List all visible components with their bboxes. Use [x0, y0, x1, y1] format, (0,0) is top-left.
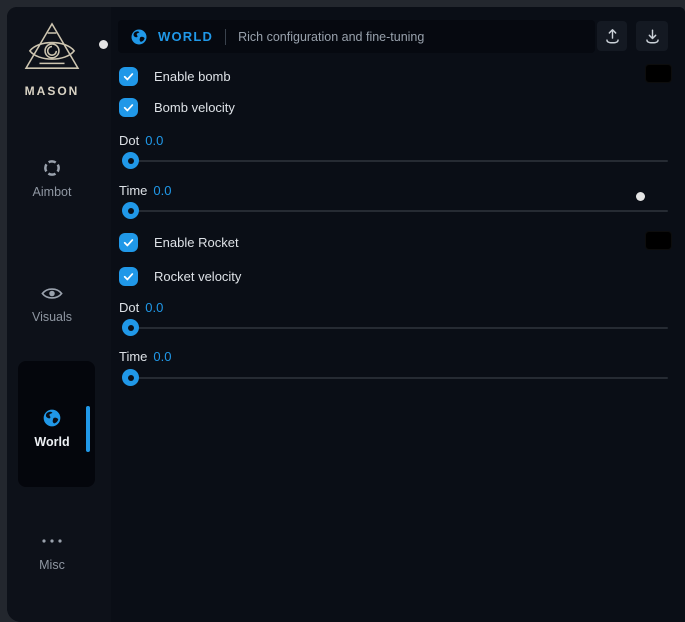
upload-icon — [603, 27, 622, 46]
checkbox-label: Rocket velocity — [154, 269, 241, 284]
sidebar: MASON Aimbot Visuals — [7, 7, 111, 622]
sidebar-item-label: World — [7, 435, 97, 449]
bomb-time-slider-label: Time 0.0 — [119, 183, 171, 198]
slider-label-text: Time — [119, 183, 147, 198]
bomb-color-swatch[interactable] — [645, 64, 672, 83]
slider-label-text: Time — [119, 349, 147, 364]
rocket-time-slider-label: Time 0.0 — [119, 349, 171, 364]
sidebar-item-world[interactable]: World — [7, 408, 97, 449]
slider-value: 0.0 — [145, 300, 163, 315]
checkbox-label: Enable bomb — [154, 69, 231, 84]
page-title: WORLD — [158, 29, 213, 44]
check-icon — [122, 236, 135, 249]
slider-thumb[interactable] — [122, 319, 139, 336]
slider-value: 0.0 — [153, 349, 171, 364]
slider-label-text: Dot — [119, 300, 139, 315]
export-config-button[interactable] — [597, 21, 627, 51]
enable-bomb-checkbox[interactable] — [119, 67, 138, 86]
active-tab: WORLD — [130, 28, 213, 46]
cursor-dot — [636, 192, 645, 201]
app-window: MASON Aimbot Visuals — [7, 7, 685, 622]
header-divider — [225, 29, 226, 45]
slider-thumb[interactable] — [122, 369, 139, 386]
bomb-time-slider[interactable] — [122, 202, 668, 219]
ellipsis-icon — [7, 531, 97, 551]
enable-rocket-checkbox[interactable] — [119, 233, 138, 252]
page-subtitle: Rich configuration and fine-tuning — [238, 30, 424, 44]
checkbox-label: Enable Rocket — [154, 235, 239, 250]
bomb-velocity-checkbox[interactable] — [119, 98, 138, 117]
slider-track — [122, 210, 668, 212]
checkbox-row-enable-rocket: Enable Rocket — [119, 233, 239, 252]
checkbox-label: Bomb velocity — [154, 100, 235, 115]
rocket-velocity-checkbox[interactable] — [119, 267, 138, 286]
check-icon — [122, 101, 135, 114]
app-logo: MASON — [7, 21, 97, 98]
slider-track — [122, 377, 668, 379]
bomb-dot-slider-label: Dot 0.0 — [119, 133, 163, 148]
check-icon — [122, 270, 135, 283]
main-panel: WORLD Rich configuration and fine-tuning — [111, 7, 685, 622]
slider-thumb[interactable] — [122, 152, 139, 169]
checkbox-row-bomb-velocity: Bomb velocity — [119, 98, 235, 117]
check-icon — [122, 70, 135, 83]
all-seeing-eye-logo-icon — [23, 21, 81, 73]
cursor-dot — [99, 40, 108, 49]
checkbox-row-rocket-velocity: Rocket velocity — [119, 267, 241, 286]
rocket-time-slider[interactable] — [122, 369, 668, 386]
sidebar-item-label: Misc — [7, 558, 97, 572]
crosshair-icon — [7, 158, 97, 178]
eye-icon — [7, 283, 97, 303]
slider-track — [122, 327, 668, 329]
rocket-dot-slider-label: Dot 0.0 — [119, 300, 163, 315]
bomb-dot-slider[interactable] — [122, 152, 668, 169]
sidebar-item-visuals[interactable]: Visuals — [7, 283, 97, 324]
sidebar-item-misc[interactable]: Misc — [7, 531, 97, 572]
import-config-button[interactable] — [636, 21, 668, 51]
sidebar-item-label: Visuals — [7, 310, 97, 324]
sidebar-item-label: Aimbot — [7, 185, 97, 199]
rocket-dot-slider[interactable] — [122, 319, 668, 336]
slider-thumb[interactable] — [122, 202, 139, 219]
logo-text: MASON — [7, 84, 97, 98]
checkbox-row-enable-bomb: Enable bomb — [119, 67, 231, 86]
rocket-color-swatch[interactable] — [645, 231, 672, 250]
download-icon — [643, 27, 662, 46]
slider-track — [122, 160, 668, 162]
globe-icon — [130, 28, 148, 46]
slider-value: 0.0 — [153, 183, 171, 198]
page-header: WORLD Rich configuration and fine-tuning — [118, 20, 595, 53]
globe-icon — [7, 408, 97, 428]
slider-value: 0.0 — [145, 133, 163, 148]
sidebar-item-aimbot[interactable]: Aimbot — [7, 158, 97, 199]
slider-label-text: Dot — [119, 133, 139, 148]
